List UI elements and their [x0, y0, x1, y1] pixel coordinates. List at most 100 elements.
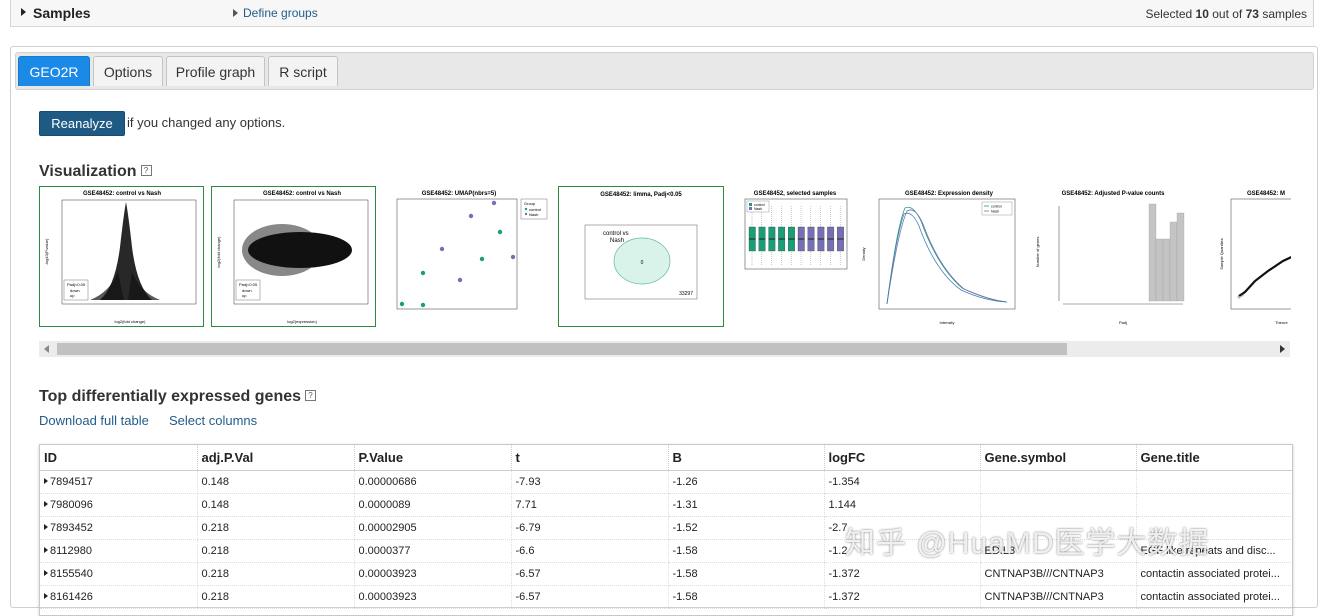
tab-geo2r[interactable]: GEO2R: [18, 56, 90, 86]
cell-value: -7.93: [515, 476, 541, 488]
column-header[interactable]: P.Value: [354, 445, 512, 471]
table-cell: -6.57: [511, 562, 669, 586]
table-cell: 0.0000377: [354, 539, 512, 563]
table-cell: 7.71: [511, 493, 669, 517]
density-plot-thumbnail[interactable]: GSE48452: Expression density control Nas…: [857, 186, 1017, 327]
thumb-xlabel: log2(expression): [287, 319, 317, 324]
table-row[interactable]: 8155540 0.218 0.00003923 -6.57 -1.58 -1.372 CN…: [40, 562, 1292, 586]
scrollbar-thumb[interactable]: [57, 343, 1067, 355]
thumbnail-scrollbar[interactable]: [39, 341, 1290, 357]
expand-row-icon[interactable]: [44, 478, 48, 484]
table-cell: 7980096: [40, 493, 198, 517]
legend-title: Group: [524, 201, 536, 206]
pvalue-histogram-thumbnail[interactable]: GSE48452: Adjusted P-value counts Padj N…: [1023, 186, 1193, 327]
table-cell: [980, 470, 1137, 494]
scroll-right-icon[interactable]: [1280, 345, 1285, 353]
total-count: 73: [1245, 7, 1259, 21]
column-header[interactable]: ID: [40, 445, 198, 471]
table-cell: 0.218: [197, 516, 355, 540]
cell-value: -6.57: [515, 568, 541, 580]
cell-value: 8155540: [50, 568, 93, 580]
cell-value: CNTNAP3B///CNTNAP3: [984, 591, 1104, 603]
visualization-heading: Visualization?: [39, 163, 152, 181]
cell-value: -1.31: [672, 499, 698, 511]
define-groups-link[interactable]: Define groups: [233, 6, 318, 20]
watermark: 知乎 @HuaMD医学大数据: [845, 527, 1210, 560]
column-header[interactable]: adj.P.Val: [197, 445, 355, 471]
table-cell: 0.218: [197, 562, 355, 586]
select-columns-link[interactable]: Select columns: [169, 413, 257, 428]
legend-up: up: [242, 293, 247, 298]
cell-value: 1.144: [828, 499, 857, 511]
samples-title[interactable]: Samples: [33, 5, 91, 21]
tab-bar: GEO2R Options Profile graph R script: [15, 52, 1314, 90]
selected-middle: out of: [1212, 7, 1243, 21]
column-header[interactable]: t: [511, 445, 669, 471]
table-cell: -1.31: [668, 493, 825, 517]
venn-diagram-thumbnail[interactable]: GSE48452: limma, Padj<0.05 control vs Na…: [558, 186, 724, 327]
table-cell: 0.00000686: [354, 470, 512, 494]
table-cell: 8155540: [40, 562, 198, 586]
top-genes-heading: Top differentially expressed genes?: [39, 388, 317, 406]
selected-count: 10: [1195, 7, 1209, 21]
table-row[interactable]: 7894517 0.148 0.00000686 -7.93 -1.26 -1.354: [40, 470, 1292, 494]
volcano-plot-thumbnail[interactable]: GSE48452: control vs Nash Padj<0.05 down…: [39, 186, 204, 327]
visualization-title: Visualization: [39, 163, 137, 180]
cell-value: 0.148: [201, 476, 230, 488]
tab-r-script[interactable]: R script: [268, 56, 338, 86]
tab-options[interactable]: Options: [93, 56, 163, 86]
cell-value: 0.218: [201, 522, 230, 534]
table-cell: [980, 493, 1137, 517]
cell-value: -1.58: [672, 545, 698, 557]
reanalyze-button[interactable]: Reanalyze: [39, 111, 125, 136]
venn-outside-count: 33297: [679, 291, 693, 297]
tab-profile-graph[interactable]: Profile graph: [166, 56, 265, 86]
expand-row-icon[interactable]: [44, 593, 48, 599]
cell-value: 0.218: [201, 568, 230, 580]
column-header[interactable]: Gene.symbol: [980, 445, 1137, 471]
table-cell: 0.00003923: [354, 562, 512, 586]
cell-value: 8112980: [50, 545, 93, 557]
expand-row-icon[interactable]: [44, 570, 48, 576]
table-cell: 0.0000089: [354, 493, 512, 517]
cell-value: 0.0000089: [358, 499, 411, 511]
thumb-title: GSE48452: Adjusted P-value counts: [1062, 191, 1165, 197]
thumb-xlabel: log2(fold change): [115, 319, 147, 324]
expand-triangle-icon[interactable]: [21, 8, 26, 16]
ma-plot-thumbnail[interactable]: GSE48452: control vs Nash Padj<0.05 down…: [211, 186, 376, 327]
thumb-xlabel: Theore: [1275, 320, 1288, 325]
legend-nash: Nash: [529, 212, 538, 217]
selected-suffix: samples: [1262, 7, 1307, 21]
cell-value: 8161426: [50, 591, 93, 603]
thumb-title: GSE48452: control vs Nash: [263, 191, 341, 197]
table-cell: -1.354: [824, 470, 981, 494]
table-row[interactable]: 7980096 0.148 0.0000089 7.71 -1.31 1.144: [40, 493, 1292, 517]
column-header[interactable]: B: [668, 445, 825, 471]
define-groups-label: Define groups: [243, 6, 318, 20]
cell-value: 0.0000377: [358, 545, 411, 557]
column-header[interactable]: logFC: [824, 445, 981, 471]
scroll-left-icon[interactable]: [44, 345, 49, 353]
thumb-title: GSE48452: M: [1247, 191, 1285, 197]
thumb-title: GSE48452: Expression density: [905, 191, 994, 197]
download-full-table-link[interactable]: Download full table: [39, 413, 149, 428]
expand-row-icon[interactable]: [44, 501, 48, 507]
column-header[interactable]: Gene.title: [1136, 445, 1292, 471]
thumb-ylabel: Sample Quantiles: [1219, 238, 1224, 270]
cell-value: 0.00002905: [358, 522, 417, 534]
expand-row-icon[interactable]: [44, 547, 48, 553]
umap-thumbnail[interactable]: GSE48452: UMAP(nbrs=5) Group control Nas…: [383, 186, 548, 327]
boxplot-thumbnail[interactable]: GSE48452, selected samples control Nash: [731, 186, 851, 327]
qq-plot-thumbnail[interactable]: GSE48452: M Theore Sample Quantiles: [1203, 186, 1291, 327]
top-genes-title: Top differentially expressed genes: [39, 388, 302, 405]
help-icon[interactable]: ?: [140, 165, 152, 176]
cell-value: 0.218: [201, 545, 230, 557]
expand-row-icon[interactable]: [44, 524, 48, 530]
table-cell: [1136, 470, 1292, 494]
thumb-xlabel: Intensity: [940, 320, 955, 325]
thumb-title: GSE48452: limma, Padj<0.05: [600, 192, 682, 198]
table-cell: 0.00002905: [354, 516, 512, 540]
help-icon[interactable]: ?: [305, 390, 317, 401]
cell-value: 7980096: [50, 499, 93, 511]
table-cell: -6.6: [511, 539, 669, 563]
